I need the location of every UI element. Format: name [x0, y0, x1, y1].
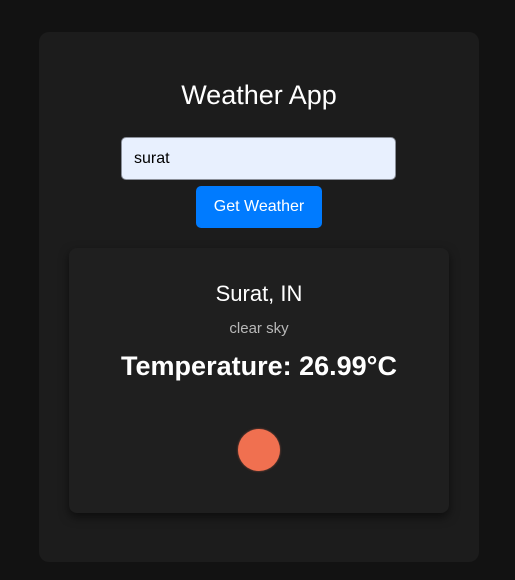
weather-description: clear sky: [229, 320, 289, 337]
temperature-value: Temperature: 26.99°C: [121, 351, 397, 381]
weather-result-card: Surat, IN clear sky Temperature: 26.99°C: [69, 248, 449, 513]
sun-icon: [238, 429, 280, 471]
app-card: Weather App Get Weather Surat, IN clear …: [39, 32, 479, 562]
app-title: Weather App: [181, 80, 337, 110]
get-weather-button[interactable]: Get Weather: [196, 186, 322, 228]
city-search-input[interactable]: [121, 137, 396, 180]
city-name: Surat, IN: [215, 281, 303, 306]
